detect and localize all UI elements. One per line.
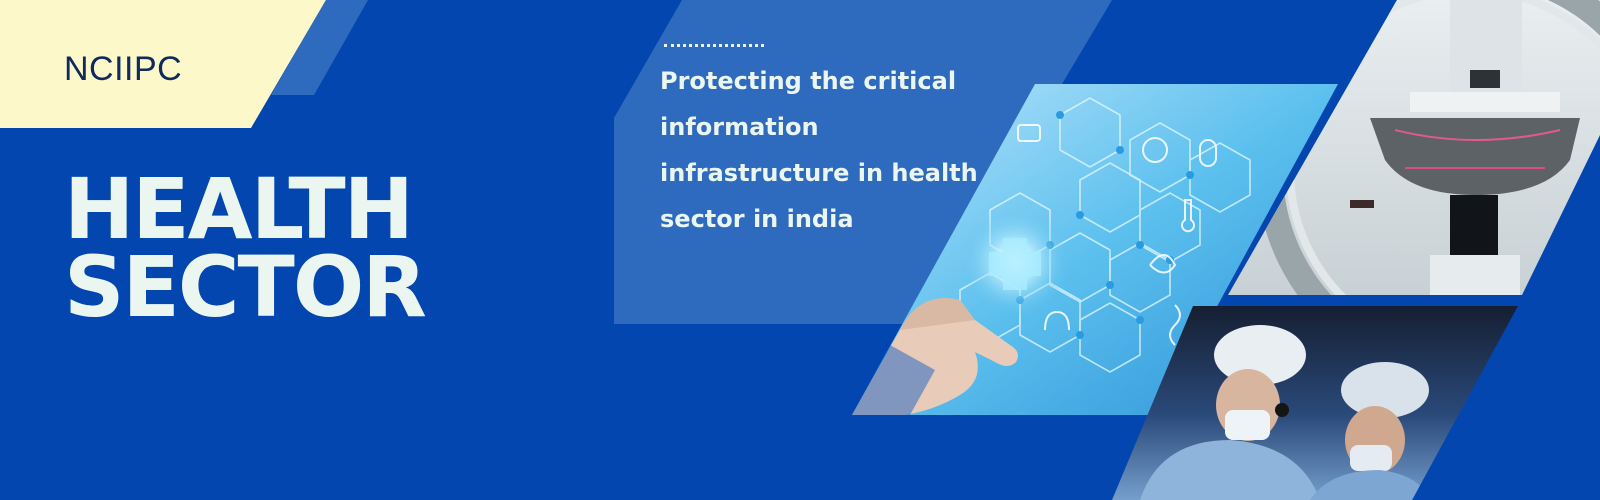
headline-line-1: HEALTH <box>64 160 414 258</box>
health-sector-banner: NCIIPC HEALTH SECTOR Protecting the crit… <box>0 0 1600 500</box>
dotted-divider <box>664 44 764 47</box>
tagline: Protecting the critical information infr… <box>660 67 978 233</box>
headline: HEALTH SECTOR <box>64 160 427 336</box>
headline-line-2: SECTOR <box>64 238 427 336</box>
logo-text: NCIIPC <box>64 50 183 88</box>
